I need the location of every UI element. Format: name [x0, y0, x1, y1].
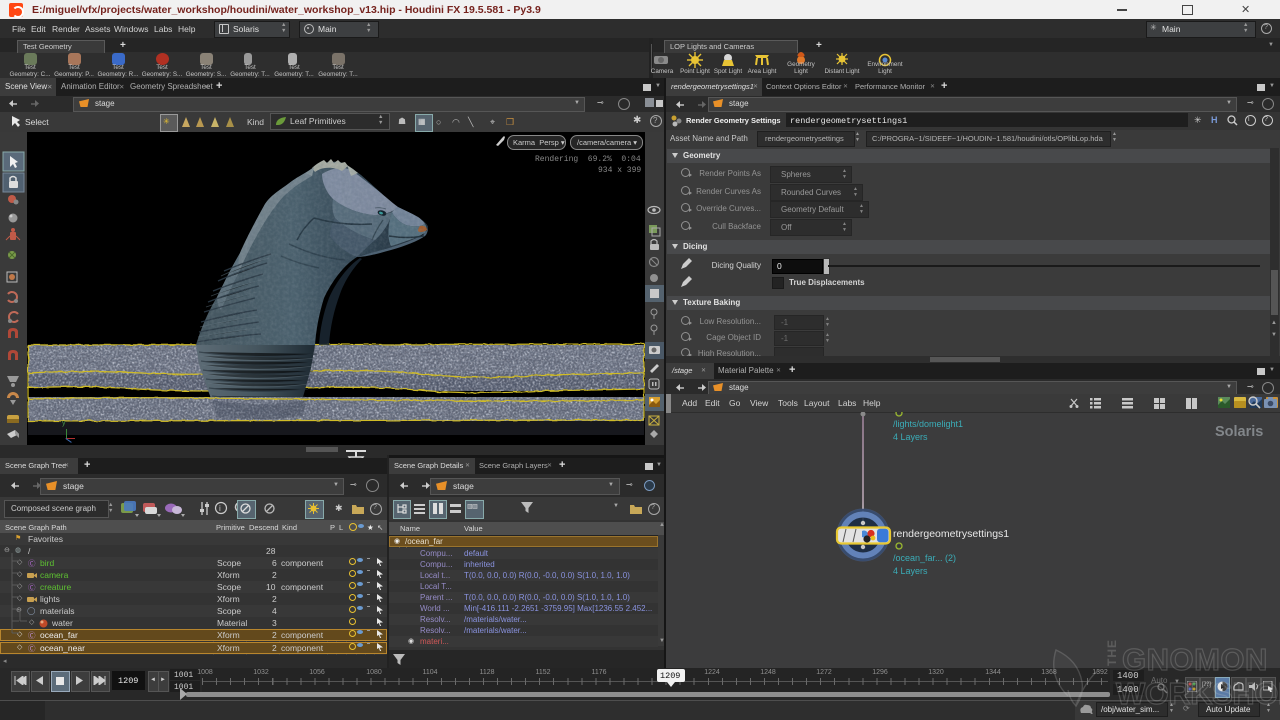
svg-text:i: i [219, 504, 221, 513]
